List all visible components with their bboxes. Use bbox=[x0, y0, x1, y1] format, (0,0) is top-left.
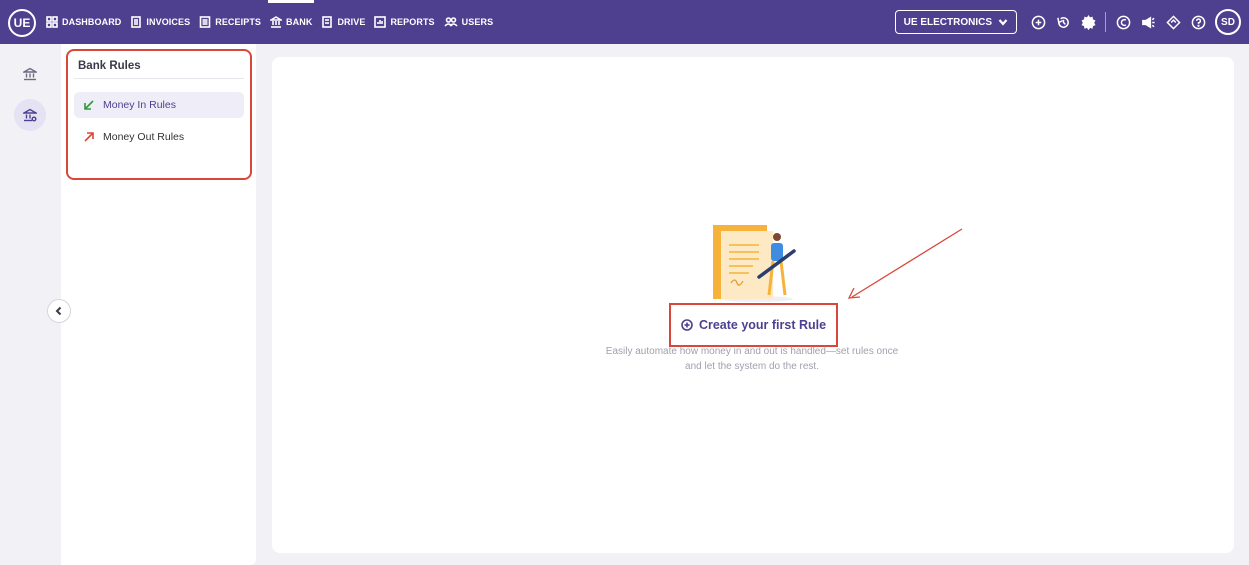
nav-receipts[interactable]: RECEIPTS bbox=[199, 0, 261, 44]
toolbar-right: UE ELECTRONICS SD bbox=[894, 0, 1241, 44]
bank-icon bbox=[23, 67, 37, 81]
plus-circle-icon bbox=[1031, 15, 1045, 29]
nav-drive[interactable]: DRIVE bbox=[321, 0, 365, 44]
help-icon bbox=[1191, 15, 1205, 29]
bank-icon bbox=[270, 16, 283, 28]
rail-bank-rules[interactable] bbox=[14, 99, 46, 131]
gear-icon bbox=[1081, 14, 1095, 30]
nav-dashboard[interactable]: DASHBOARD bbox=[46, 0, 121, 44]
nav-reports[interactable]: REPORTS bbox=[374, 0, 435, 44]
coin-icon bbox=[1116, 15, 1130, 29]
bank-settings-icon bbox=[23, 108, 37, 122]
empty-state-description: Easily automate how money in and out is … bbox=[605, 346, 899, 372]
user-avatar[interactable]: SD bbox=[1215, 9, 1241, 35]
rules-menu-highlight: Bank Rules Money In Rules Money Out Rule… bbox=[66, 49, 252, 180]
document-icon bbox=[322, 16, 333, 28]
create-first-rule-button[interactable]: Create your first Rule bbox=[669, 303, 838, 347]
chart-icon bbox=[374, 16, 387, 28]
empty-state-illustration bbox=[713, 225, 796, 302]
users-icon bbox=[444, 17, 458, 27]
diamond-icon bbox=[1165, 14, 1181, 30]
app-logo[interactable]: UE bbox=[8, 9, 36, 37]
add-button[interactable] bbox=[1030, 14, 1046, 30]
announcements-button[interactable] bbox=[1140, 14, 1156, 30]
panel-title: Bank Rules bbox=[74, 57, 244, 79]
integrations-button[interactable] bbox=[1165, 14, 1181, 30]
plus-circle-icon bbox=[681, 319, 693, 331]
grid-icon bbox=[46, 16, 58, 28]
settings-button[interactable] bbox=[1080, 14, 1096, 30]
receipt-icon bbox=[199, 16, 211, 28]
currency-button[interactable] bbox=[1115, 14, 1131, 30]
main-nav: DASHBOARD INVOICES RECEIPTS BANK DRIVE R… bbox=[46, 0, 493, 44]
invoice-icon bbox=[131, 16, 142, 28]
megaphone-icon bbox=[1141, 15, 1155, 29]
history-button[interactable] bbox=[1055, 14, 1071, 30]
nav-users[interactable]: USERS bbox=[444, 0, 494, 44]
main-content: Create your first Rule Easily automate h… bbox=[272, 57, 1234, 553]
chevron-down-icon bbox=[998, 19, 1008, 26]
toolbar-divider bbox=[1105, 12, 1106, 32]
company-selector[interactable]: UE ELECTRONICS bbox=[894, 10, 1017, 34]
help-button[interactable] bbox=[1190, 14, 1206, 30]
collapse-sidebar-button[interactable] bbox=[47, 299, 71, 323]
rail-bank-accounts[interactable] bbox=[14, 58, 46, 90]
sidebar-item-money-in-rules[interactable]: Money In Rules bbox=[74, 92, 244, 118]
bank-rules-panel: Bank Rules Money In Rules Money Out Rule… bbox=[61, 44, 256, 565]
nav-invoices[interactable]: INVOICES bbox=[130, 0, 190, 44]
sidebar-item-money-out-rules[interactable]: Money Out Rules bbox=[74, 124, 244, 150]
annotation-arrow bbox=[847, 228, 963, 299]
arrow-down-left-icon bbox=[84, 100, 94, 110]
nav-bank[interactable]: BANK bbox=[268, 0, 315, 44]
chevron-left-icon bbox=[55, 306, 62, 316]
history-icon bbox=[1056, 16, 1069, 28]
top-navbar: UE DASHBOARD INVOICES RECEIPTS BANK DRIV… bbox=[0, 0, 1249, 44]
arrow-up-right-icon bbox=[84, 132, 94, 142]
